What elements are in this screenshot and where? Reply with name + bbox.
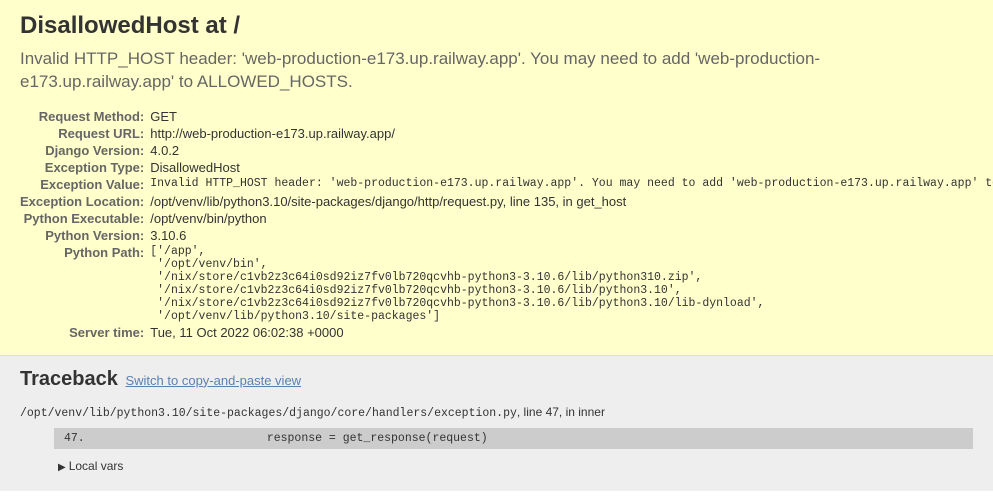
meta-value-request-method: GET: [150, 108, 993, 125]
context-line[interactable]: 47. response = get_response(request): [54, 428, 973, 449]
meta-value-python-executable: /opt/venv/bin/python: [150, 210, 993, 227]
meta-label-request-method: Request Method:: [20, 108, 150, 125]
context-code: response = get_response(request): [184, 432, 488, 445]
meta-value-python-path: ['/app', '/opt/venv/bin', '/nix/store/c1…: [150, 244, 993, 324]
meta-value-python-version: 3.10.6: [150, 227, 993, 244]
python-path-pre: ['/app', '/opt/venv/bin', '/nix/store/c1…: [150, 245, 993, 323]
meta-label-python-executable: Python Executable:: [20, 210, 150, 227]
meta-label-exception-value: Exception Value:: [20, 176, 150, 193]
meta-label-django-version: Django Version:: [20, 142, 150, 159]
frame-location: /opt/venv/lib/python3.10/site-packages/d…: [20, 405, 973, 420]
frame-path: /opt/venv/lib/python3.10/site-packages/d…: [20, 407, 517, 420]
frame-line-info: , line 47, in inner: [517, 405, 605, 419]
triangle-right-icon: ▶: [58, 462, 66, 473]
local-vars-label: Local vars: [69, 459, 124, 473]
meta-value-exception-location: /opt/venv/lib/python3.10/site-packages/d…: [150, 193, 993, 210]
meta-label-exception-type: Exception Type:: [20, 159, 150, 176]
error-message: Invalid HTTP_HOST header: 'web-productio…: [20, 48, 973, 94]
meta-label-python-path: Python Path:: [20, 244, 150, 324]
meta-value-exception-type: DisallowedHost: [150, 159, 993, 176]
local-vars-toggle[interactable]: ▶Local vars: [58, 459, 973, 473]
meta-label-request-url: Request URL:: [20, 125, 150, 142]
traceback-panel: Traceback Switch to copy-and-paste view …: [0, 356, 993, 491]
error-summary-panel: DisallowedHost at / Invalid HTTP_HOST he…: [0, 0, 993, 356]
request-meta-table: Request Method: GET Request URL: http://…: [20, 108, 993, 341]
meta-value-django-version: 4.0.2: [150, 142, 993, 159]
traceback-heading: Traceback: [20, 368, 118, 390]
meta-label-python-version: Python Version:: [20, 227, 150, 244]
meta-value-request-url: http://web-production-e173.up.railway.ap…: [150, 125, 993, 142]
switch-view-link[interactable]: Switch to copy-and-paste view: [125, 373, 301, 388]
exception-value-pre: Invalid HTTP_HOST header: 'web-productio…: [150, 177, 993, 190]
meta-value-server-time: Tue, 11 Oct 2022 06:02:38 +0000: [150, 324, 993, 341]
error-title: DisallowedHost at /: [20, 12, 973, 40]
meta-value-exception-value: Invalid HTTP_HOST header: 'web-productio…: [150, 176, 993, 193]
traceback-frame: /opt/venv/lib/python3.10/site-packages/d…: [20, 405, 973, 473]
meta-label-server-time: Server time:: [20, 324, 150, 341]
meta-label-exception-location: Exception Location:: [20, 193, 150, 210]
context-lineno: 47.: [64, 432, 184, 445]
